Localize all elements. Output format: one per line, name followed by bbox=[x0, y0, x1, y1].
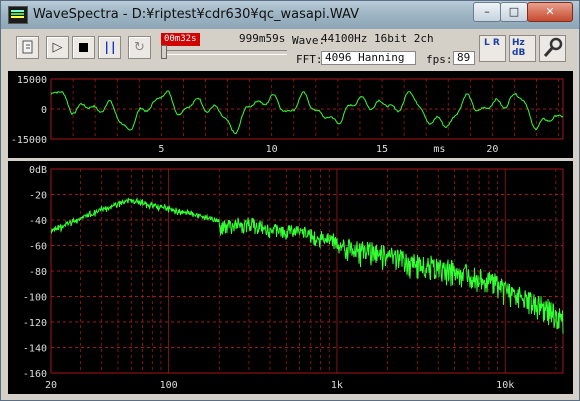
spectrum-x-tick: 20 bbox=[45, 380, 57, 391]
wrench-icon bbox=[543, 37, 563, 57]
title-bar[interactable]: WaveSpectra - D:¥riptest¥cdr630¥qc_wasap… bbox=[1, 1, 579, 29]
fps-value-field: 89 bbox=[453, 51, 475, 65]
spectrum-frame bbox=[50, 168, 564, 374]
close-button[interactable]: ✕ bbox=[527, 2, 573, 22]
spectrum-plot[interactable]: 0dB -20 -40 -60 -80 -100 -120 -140 -160 20 100 1k 10… bbox=[8, 161, 573, 394]
spectrum-x-tick: 10k bbox=[496, 380, 514, 391]
spectrum-y-tick: -140 bbox=[23, 344, 47, 355]
wave-y-tick: 0 bbox=[41, 105, 47, 116]
play-button[interactable]: ▷ bbox=[46, 36, 69, 59]
spectrum-y-tick: -100 bbox=[23, 293, 47, 304]
channel-lr-label: L R bbox=[484, 38, 500, 48]
fft-label: FFT: bbox=[296, 53, 323, 66]
spectrum-y-tick: -160 bbox=[23, 369, 47, 380]
wave-frame bbox=[50, 78, 564, 140]
wave-y-tick: 15000 bbox=[17, 75, 47, 86]
wave-x-tick: 15 bbox=[376, 144, 388, 155]
seek-slider-thumb[interactable] bbox=[161, 45, 167, 59]
spectrum-y-tick: -120 bbox=[23, 318, 47, 329]
wave-x-tick: 5 bbox=[158, 144, 164, 155]
fps-label: fps: bbox=[426, 53, 453, 66]
wave-x-tick: 20 bbox=[486, 144, 498, 155]
spectrum-y-tick: 0dB bbox=[29, 165, 47, 176]
fft-setting-field[interactable]: 4096 Hanning bbox=[321, 51, 416, 65]
waveform-trace bbox=[50, 90, 564, 135]
toolbar: ▷ | | ↻ 00m32s 999m59s Wave: 44100Hz 16b… bbox=[1, 29, 579, 71]
window-title: WaveSpectra - D:¥riptest¥cdr630¥qc_wasap… bbox=[33, 7, 359, 22]
spectrum-y-tick: -80 bbox=[29, 267, 47, 278]
pause-button[interactable]: | | bbox=[98, 36, 121, 59]
spectrum-trace bbox=[50, 197, 564, 334]
spectrum-y-tick: -40 bbox=[29, 216, 47, 227]
wave-y-tick: -15000 bbox=[11, 135, 47, 146]
spectrum-x-tick: 1k bbox=[331, 380, 343, 391]
track-length-display: 999m59s bbox=[239, 32, 286, 45]
spectrum-y-tick: -20 bbox=[29, 191, 47, 202]
app-window: WaveSpectra - D:¥riptest¥cdr630¥qc_wasap… bbox=[0, 0, 580, 401]
channel-lr-button[interactable]: L R bbox=[479, 35, 506, 62]
wave-x-unit: ms bbox=[433, 144, 445, 155]
spectrum-x-tick: 100 bbox=[160, 380, 178, 391]
waveform-svg: 15000 0 -15000 5 10 15 20 ms bbox=[11, 75, 564, 155]
hz-db-label: Hz dB bbox=[512, 38, 526, 58]
minimize-button[interactable]: – bbox=[473, 2, 501, 22]
maximize-button[interactable]: □ bbox=[500, 2, 528, 22]
app-icon bbox=[8, 6, 28, 24]
stop-button[interactable] bbox=[72, 36, 95, 59]
wave-format-field: 44100Hz 16bit 2ch bbox=[321, 32, 434, 45]
open-file-icon bbox=[22, 40, 33, 54]
waveform-plot[interactable]: 15000 0 -15000 5 10 15 20 ms bbox=[8, 71, 573, 158]
spectrum-svg: 0dB -20 -40 -60 -80 -100 -120 -140 -16020 100 1k 10… bbox=[23, 165, 564, 391]
hz-db-button[interactable]: Hz dB bbox=[509, 35, 536, 62]
record-button[interactable]: ↻ bbox=[128, 36, 151, 59]
seek-slider-track[interactable] bbox=[161, 50, 287, 55]
wave-x-tick: 10 bbox=[266, 144, 278, 155]
open-file-button[interactable] bbox=[16, 36, 39, 59]
settings-button[interactable] bbox=[539, 35, 566, 62]
spectrum-y-tick: -60 bbox=[29, 242, 47, 253]
